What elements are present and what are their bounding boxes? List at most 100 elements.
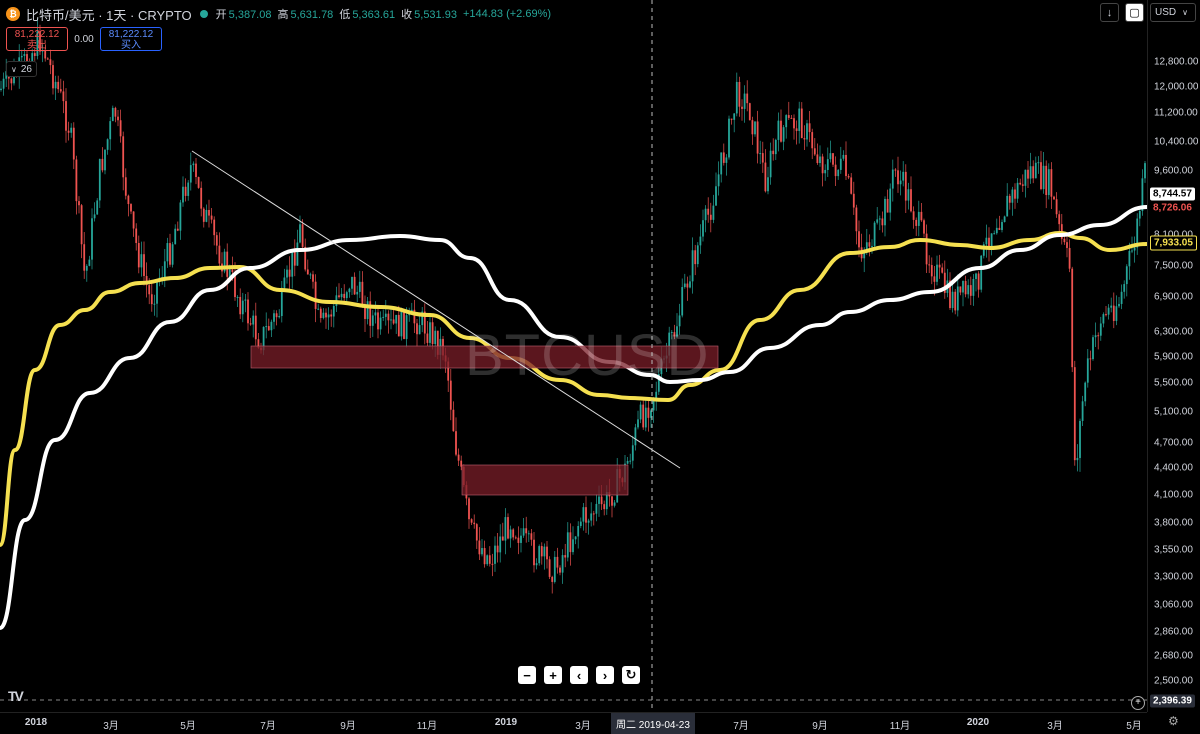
market-status-dot [199,10,208,18]
candle-body [78,201,80,206]
candle-body [195,163,197,178]
candle-body [1084,382,1087,402]
candle-body [907,189,910,201]
price-tick-label: 4,100.00 [1154,489,1193,501]
candle-body [787,115,790,118]
candle-body [1097,335,1100,337]
candle-body [858,231,860,248]
candle-body [109,121,112,140]
trade-panel: 81,222.12 卖出 0.00 81,222.12 买入 [6,26,162,52]
moving-average-white [0,205,1147,630]
candle-body [941,267,944,273]
candle-body [140,254,143,268]
candle-body [1099,323,1102,336]
candle-body [969,285,972,296]
time-tick-label: 2019 [494,717,518,728]
candle-body [676,326,678,337]
candle-body [202,208,205,222]
candle-body [548,559,551,577]
zoom-in-icon[interactable]: + [1131,696,1145,710]
candle-body [457,454,460,461]
candle-body [540,546,543,557]
time-tick-label: 5月 [180,721,196,732]
trend-line[interactable] [191,150,681,469]
price-axis[interactable]: 12,800.00 12,000.00 11,200.00 10,400.00 9,60… [1147,0,1200,712]
candle-body [912,211,915,220]
candle-body [845,154,847,177]
down-arrow-icon[interactable]: ↓ [1100,3,1119,22]
indicators-toggle[interactable]: ∨ 26 [6,61,37,77]
buy-button[interactable]: 81,222.12 买入 [100,27,162,51]
candle-body [473,522,476,525]
scroll-left-icon[interactable]: ‹ [570,666,588,684]
symbol-title[interactable]: 比特币/美元 · 1天 · CRYPTO [26,5,192,24]
candle-body [603,504,606,510]
candle-body [218,245,221,264]
candle-body [1112,305,1115,321]
candle-body [777,120,780,140]
candle-body [67,130,70,133]
scroll-right-icon[interactable]: › [596,666,614,684]
candle-body [556,556,559,568]
candle-body [252,315,255,325]
candle-body [842,154,845,159]
fullscreen-icon[interactable]: ▢ [1125,3,1144,22]
time-axis[interactable]: 2018 3月 5月 7月 9月 11月 2019 3月 7月 9月 11月 2020 3月 5月 [0,712,1147,733]
candle-body [730,118,733,120]
zoom-out-icon[interactable]: − [518,666,536,684]
crosshair-date-label: 周二 2019-04-23 [611,713,695,734]
candle-body [572,539,574,553]
candle-body [1047,169,1050,196]
candle-body [834,164,837,177]
candle-body [824,169,827,174]
candle-body [135,228,138,243]
candle-body [254,315,257,340]
candle-body [20,55,23,58]
candle-body [226,251,229,277]
candle-body [800,108,803,139]
candle-body [569,532,572,553]
candle-body [644,407,647,428]
supply-zone-upper[interactable] [250,345,719,369]
candle-body [499,536,502,553]
candle-body [496,545,499,553]
candle-body [364,306,366,319]
candle-body [1071,268,1074,368]
candle-body [1120,291,1123,304]
time-tick-label: 2020 [966,717,990,728]
price-chart[interactable] [0,0,1147,712]
candle-body [486,555,489,565]
candle-body [525,528,528,534]
tradingview-logo-icon[interactable]: TV [8,688,24,704]
candle-body [184,186,187,196]
candle-body [322,312,325,318]
candle-body [795,128,798,131]
candle-body [808,123,811,133]
settings-icon[interactable]: ⚙ [1168,714,1179,728]
zoom-in-icon[interactable]: + [544,666,562,684]
candle-body [938,264,941,268]
candle-body [790,117,793,119]
supply-zone-lower[interactable] [461,464,629,496]
price-tag: 8,744.57 [1150,187,1195,201]
candle-body [46,58,49,60]
candle-body [23,54,26,56]
candle-body [301,224,304,247]
candle-body [332,305,335,317]
candle-body [546,546,548,560]
candle-body [902,171,905,181]
candle-body [197,177,200,188]
candle-body [930,265,933,277]
candle-body [951,291,954,309]
candle-body [595,503,598,514]
candle-body [793,118,795,129]
reset-icon[interactable]: ↻ [622,666,640,684]
candle-body [928,264,931,266]
candle-body [1032,166,1035,179]
candle-body [1024,169,1027,186]
sell-button[interactable]: 81,222.12 卖出 [6,27,68,51]
candle-body [855,207,858,232]
candle-body [587,520,590,523]
candle-body [611,496,613,506]
candle-body [891,169,894,189]
